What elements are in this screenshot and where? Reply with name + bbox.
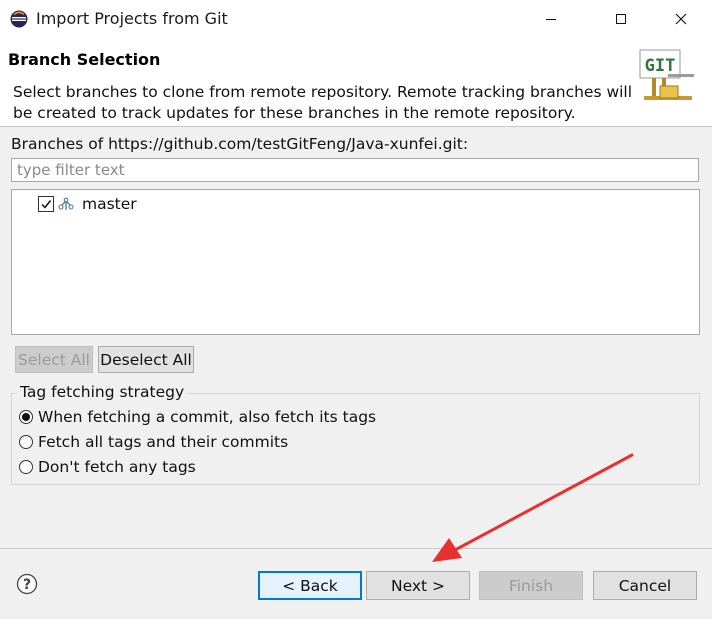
page-description: Select branches to clone from remote rep… — [13, 83, 633, 122]
radio-label: Don't fetch any tags — [38, 458, 196, 476]
branch-row-master[interactable]: master — [38, 193, 137, 215]
checkmark-icon — [41, 200, 52, 209]
window-title: Import Projects from Git — [36, 9, 228, 28]
cancel-button[interactable]: Cancel — [593, 571, 697, 600]
maximize-icon — [616, 14, 626, 24]
radio-selected-dot — [22, 413, 30, 421]
radio-button[interactable] — [19, 460, 33, 474]
git-banner-text: GIT — [645, 56, 676, 76]
footer-separator — [0, 548, 712, 549]
minimize-button[interactable] — [528, 0, 574, 38]
select-all-button[interactable]: Select All — [15, 346, 93, 373]
deselect-all-button[interactable]: Deselect All — [98, 346, 194, 373]
git-banner-icon: GIT — [639, 49, 694, 100]
next-button[interactable]: Next > — [366, 571, 470, 600]
maximize-button[interactable] — [598, 0, 644, 38]
radio-label: Fetch all tags and their commits — [38, 433, 289, 451]
branch-checkbox[interactable] — [38, 196, 54, 212]
finish-button[interactable]: Finish — [479, 571, 583, 600]
radio-fetch-commit-tags[interactable]: When fetching a commit, also fetch its t… — [19, 408, 376, 426]
title-bar: Import Projects from Git — [0, 0, 712, 38]
eclipse-icon — [10, 10, 28, 28]
minimize-icon — [546, 19, 556, 20]
radio-label: When fetching a commit, also fetch its t… — [38, 408, 377, 426]
back-button[interactable]: < Back — [258, 571, 362, 600]
svg-text:?: ? — [23, 577, 31, 593]
branch-icon — [58, 197, 74, 211]
radio-no-tags[interactable]: Don't fetch any tags — [19, 458, 196, 476]
import-projects-dialog: Import Projects from Git Branch Selectio… — [0, 0, 712, 619]
wizard-header: Branch Selection Select branches to clon… — [0, 38, 712, 127]
branch-name: master — [82, 195, 137, 213]
tag-strategy-title: Tag fetching strategy — [17, 383, 188, 401]
help-icon[interactable]: ? — [16, 573, 38, 595]
radio-button[interactable] — [19, 410, 33, 424]
radio-fetch-all-tags[interactable]: Fetch all tags and their commits — [19, 433, 288, 451]
page-title: Branch Selection — [8, 50, 161, 69]
branch-filter-input[interactable] — [11, 158, 699, 182]
radio-button[interactable] — [19, 435, 33, 449]
close-icon — [675, 13, 687, 25]
close-button[interactable] — [658, 0, 704, 38]
branch-tree[interactable]: master — [11, 189, 700, 335]
branches-label: Branches of https://github.com/testGitFe… — [11, 135, 469, 153]
